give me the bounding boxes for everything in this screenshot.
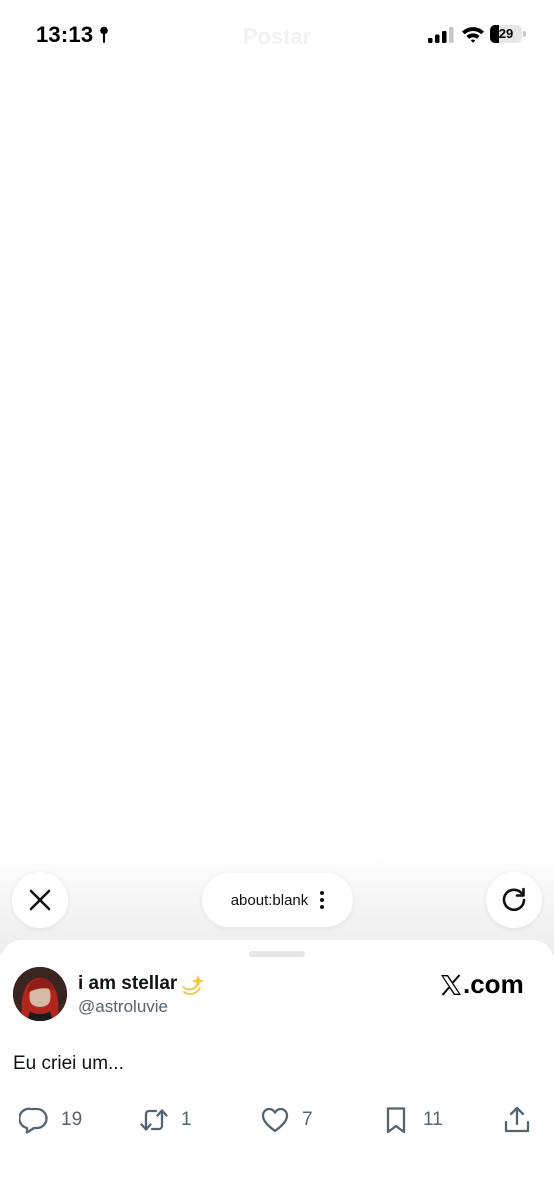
reload-button[interactable]	[486, 872, 542, 928]
like-icon	[261, 1107, 289, 1133]
like-button[interactable]: 7	[260, 1100, 313, 1140]
location-icon	[100, 26, 108, 43]
sheet-grabber[interactable]	[249, 951, 305, 957]
bookmark-button[interactable]: 11	[381, 1100, 443, 1140]
x-brand[interactable]: .com	[440, 969, 524, 1000]
bookmark-count: 11	[423, 1109, 443, 1130]
close-icon	[29, 889, 51, 911]
more-vertical-icon[interactable]	[320, 891, 325, 909]
close-button[interactable]	[12, 872, 68, 928]
battery-icon: 29	[490, 25, 526, 43]
share-icon	[504, 1106, 530, 1133]
signal-icon	[428, 27, 454, 43]
url-bar[interactable]: about:blank	[202, 873, 353, 927]
bookmark-icon	[386, 1107, 406, 1134]
reply-button[interactable]: 19	[19, 1100, 82, 1140]
battery-level: 29	[498, 26, 514, 41]
status-bar: Postar 13:13 29	[0, 0, 554, 70]
display-name[interactable]: i am stellar	[78, 973, 177, 995]
reload-icon	[502, 887, 526, 912]
user-handle[interactable]: @astroluvie	[78, 997, 168, 1017]
reply-count: 19	[61, 1109, 83, 1130]
repost-icon	[140, 1109, 168, 1131]
status-time: 13:13	[36, 22, 94, 47]
brand-domain: .com	[463, 969, 524, 999]
share-button[interactable]	[502, 1100, 532, 1140]
url-text: about:blank	[230, 891, 309, 909]
post-text[interactable]: Eu criei um...	[13, 1053, 124, 1075]
avatar[interactable]	[13, 967, 67, 1021]
repost-count: 1	[181, 1109, 192, 1130]
post-actions: 19 1 7 11	[0, 1100, 554, 1140]
repost-button[interactable]: 1	[139, 1100, 192, 1140]
x-logo-icon	[441, 973, 461, 996]
reply-icon	[19, 1107, 48, 1134]
wifi-icon	[462, 27, 484, 43]
post-sheet[interactable]: i am stellar @astroluvie .com Eu criei u…	[0, 940, 554, 1199]
shooting-star-icon	[182, 975, 204, 995]
like-count: 7	[302, 1109, 313, 1130]
